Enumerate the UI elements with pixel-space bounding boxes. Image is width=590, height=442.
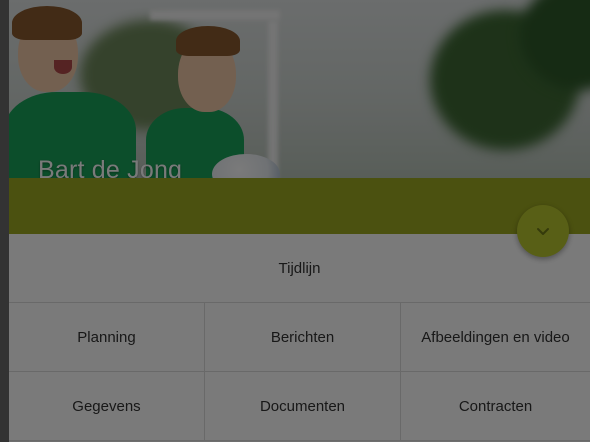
menu-item-label: Documenten — [259, 397, 346, 415]
profile-name: Bart de Jong — [38, 156, 183, 178]
menu-grid: Planning Berichten Afbeeldingen en video… — [9, 303, 590, 441]
menu-item-label: Gegevens — [72, 397, 141, 415]
menu-item-planning[interactable]: Planning — [9, 303, 205, 372]
menu-item-label: Tijdlijn — [278, 259, 321, 277]
side-edge — [0, 0, 9, 442]
menu-item-label: Planning — [77, 328, 136, 346]
menu-item-label: Contracten — [458, 397, 533, 415]
menu-item-afbeeldingen-en-video[interactable]: Afbeeldingen en video — [401, 303, 590, 372]
profile-header-band — [0, 178, 590, 234]
menu-item-gegevens[interactable]: Gegevens — [9, 372, 205, 441]
menu-item-contracten[interactable]: Contracten — [401, 372, 590, 441]
profile-screen: Bart de Jong Tijdlijn Planning Berichten… — [0, 0, 590, 442]
menu-item-label: Afbeeldingen en video — [421, 328, 570, 346]
menu-item-tijdlijn[interactable]: Tijdlijn — [9, 234, 590, 303]
chevron-down-icon — [536, 227, 550, 236]
menu-item-label: Berichten — [270, 328, 335, 346]
expand-button[interactable] — [517, 205, 569, 257]
profile-menu: Tijdlijn Planning Berichten Afbeeldingen… — [9, 234, 590, 441]
profile-cover-photo: Bart de Jong — [0, 0, 590, 178]
menu-item-documenten[interactable]: Documenten — [205, 372, 401, 441]
menu-item-berichten[interactable]: Berichten — [205, 303, 401, 372]
